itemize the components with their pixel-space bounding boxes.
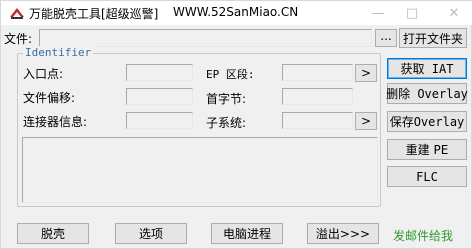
- subsystem-field[interactable]: [282, 112, 353, 129]
- title-bar: 万能脱壳工具[超级巡警] WWW.52SanMiao.CN — □ ✕: [1, 1, 472, 25]
- open-folder-button[interactable]: 打开文件夹: [399, 28, 467, 48]
- email-me-link[interactable]: 发邮件给我: [393, 227, 453, 244]
- file-offset-label: 文件偏移:: [23, 91, 76, 105]
- subsystem-label: 子系统:: [206, 116, 247, 130]
- entry-point-field[interactable]: [126, 64, 193, 81]
- minimize-button[interactable]: —: [361, 1, 395, 25]
- ep-section-field[interactable]: [282, 64, 353, 81]
- ep-section-label: EP 区段:: [206, 68, 255, 81]
- first-byte-label: 首字节:: [206, 92, 247, 106]
- first-byte-field[interactable]: [282, 88, 353, 105]
- window-title: 万能脱壳工具[超级巡警]: [29, 7, 159, 21]
- app-icon: [9, 6, 25, 20]
- entry-point-label: 入口点:: [23, 67, 64, 81]
- flc-button[interactable]: FLC: [387, 166, 467, 187]
- overflow-button[interactable]: 溢出>>>: [307, 223, 379, 244]
- close-button[interactable]: ✕: [437, 1, 471, 25]
- file-label: 文件:: [4, 32, 33, 46]
- save-overlay-button[interactable]: 保存Overlay: [387, 111, 467, 132]
- process-button[interactable]: 电脑进程: [211, 223, 283, 244]
- maximize-button[interactable]: □: [395, 1, 429, 25]
- delete-overlay-button[interactable]: 删除 Overlay: [386, 83, 468, 104]
- linker-info-field[interactable]: [126, 112, 193, 129]
- file-offset-field[interactable]: [126, 88, 193, 105]
- rebuild-pe-button[interactable]: 重建 PE: [387, 139, 467, 160]
- file-path-field[interactable]: [39, 29, 372, 47]
- log-output-area[interactable]: [22, 137, 378, 203]
- options-button[interactable]: 选项: [115, 223, 187, 244]
- browse-button[interactable]: ...: [375, 29, 397, 47]
- subsystem-more-button[interactable]: >: [355, 112, 377, 130]
- unpack-button[interactable]: 脱壳: [17, 223, 89, 244]
- get-iat-button[interactable]: 获取 IAT: [387, 58, 467, 79]
- linker-info-label: 连接器信息:: [23, 115, 88, 129]
- ep-section-more-button[interactable]: >: [355, 64, 377, 82]
- window-site-url: WWW.52SanMiao.CN: [173, 5, 299, 19]
- app-window: 万能脱壳工具[超级巡警] WWW.52SanMiao.CN — □ ✕ 文件: …: [0, 0, 472, 249]
- identifier-legend: Identifier: [23, 46, 94, 59]
